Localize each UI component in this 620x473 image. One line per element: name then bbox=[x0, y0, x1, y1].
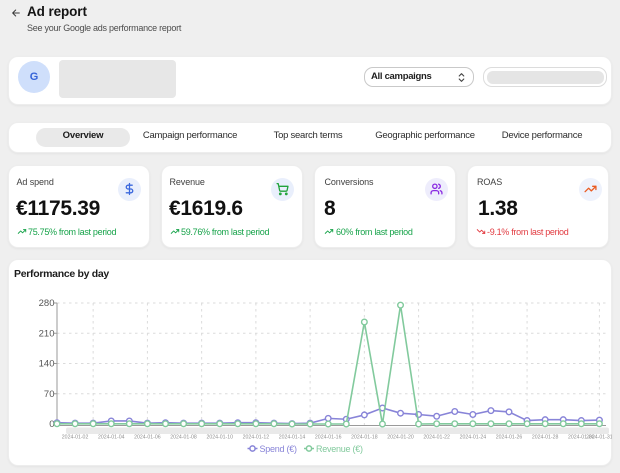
svg-text:70: 70 bbox=[44, 389, 55, 400]
svg-text:2024-01-16: 2024-01-16 bbox=[315, 434, 342, 440]
svg-text:2024-01-06: 2024-01-06 bbox=[134, 434, 161, 440]
svg-text:140: 140 bbox=[39, 359, 55, 370]
svg-text:2024-01-20: 2024-01-20 bbox=[387, 434, 414, 440]
svg-text:2024-01-28: 2024-01-28 bbox=[532, 434, 559, 440]
svg-text:2024-01-24: 2024-01-24 bbox=[460, 434, 487, 440]
svg-text:2024-01-02: 2024-01-02 bbox=[62, 434, 89, 440]
svg-text:2024-01-26: 2024-01-26 bbox=[496, 434, 523, 440]
svg-text:2024-01-22: 2024-01-22 bbox=[423, 434, 450, 440]
svg-text:2024-01-31: 2024-01-31 bbox=[586, 434, 612, 440]
svg-text:2024-01-10: 2024-01-10 bbox=[206, 434, 233, 440]
svg-text:210: 210 bbox=[39, 328, 55, 339]
svg-text:2024-01-14: 2024-01-14 bbox=[279, 434, 306, 440]
svg-text:2024-01-08: 2024-01-08 bbox=[170, 434, 197, 440]
svg-text:2024-01-12: 2024-01-12 bbox=[243, 434, 270, 440]
svg-text:Revenue (€): Revenue (€) bbox=[316, 444, 363, 454]
svg-text:280: 280 bbox=[39, 298, 55, 309]
svg-text:Spend (€): Spend (€) bbox=[260, 444, 298, 454]
svg-text:2024-01-18: 2024-01-18 bbox=[351, 434, 378, 440]
svg-text:2024-01-04: 2024-01-04 bbox=[98, 434, 125, 440]
